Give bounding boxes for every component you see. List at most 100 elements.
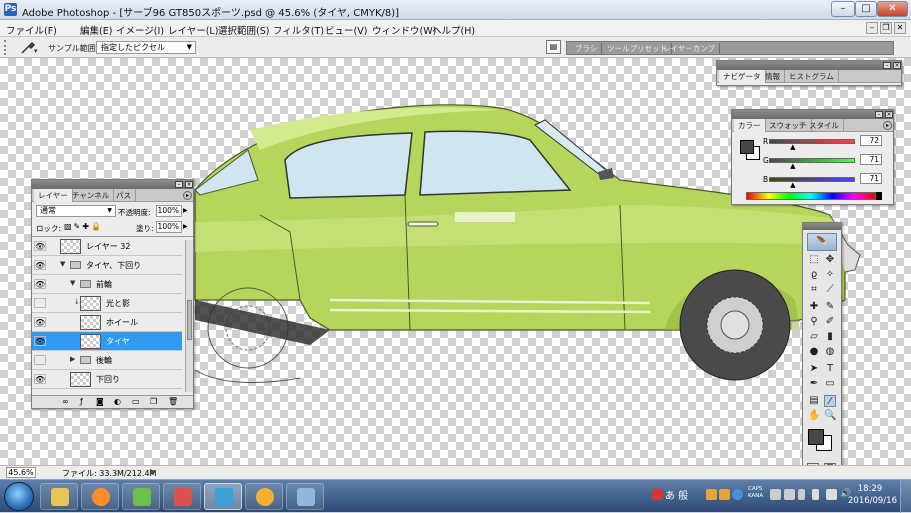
- shape-tool-icon[interactable]: ▭: [824, 378, 836, 390]
- expand-down-icon[interactable]: ▼: [60, 260, 65, 268]
- type-tool-icon[interactable]: T: [824, 363, 836, 375]
- eye-icon[interactable]: [34, 355, 46, 365]
- ime-indicator[interactable]: あ 般: [665, 487, 688, 502]
- green-value[interactable]: 71: [860, 154, 882, 165]
- network-icon[interactable]: [826, 489, 837, 500]
- menu-edit[interactable]: 編集(E): [80, 23, 112, 37]
- layer-row[interactable]: 👁 下回り: [32, 370, 182, 389]
- path-selection-tool-icon[interactable]: ➤: [808, 363, 820, 375]
- flag-icon[interactable]: [798, 489, 805, 500]
- foreground-color[interactable]: [740, 140, 754, 154]
- layer-row[interactable]: 👁 タイヤ: [32, 332, 182, 351]
- panel-menu-icon[interactable]: ▸: [183, 191, 192, 200]
- tray-icon-4[interactable]: [770, 489, 781, 500]
- menu-file[interactable]: ファイル(F): [6, 23, 57, 37]
- green-slider[interactable]: [769, 158, 855, 163]
- doc-restore-button[interactable]: ❐: [880, 22, 892, 34]
- red-slider-thumb[interactable]: ▲: [790, 144, 795, 151]
- taskbar-explorer[interactable]: [40, 483, 78, 510]
- taskbar-app-3[interactable]: [122, 483, 160, 510]
- fill-value[interactable]: 100%: [156, 221, 182, 233]
- taskbar-media-player[interactable]: [81, 483, 119, 510]
- lock-icons[interactable]: ▨✎✚🔒: [64, 222, 103, 231]
- menu-select[interactable]: 選択範囲(S): [218, 23, 269, 37]
- tab-info[interactable]: 情報: [761, 70, 785, 83]
- mask-icon[interactable]: ◙: [96, 397, 104, 406]
- taskbar-app-6[interactable]: [245, 483, 283, 510]
- pen-tool-icon[interactable]: ✒: [808, 378, 820, 390]
- adobe-online-icon[interactable]: 🪶: [807, 233, 837, 251]
- tray-icon-5[interactable]: [784, 489, 795, 500]
- zoom-level[interactable]: 45.6%: [6, 467, 36, 478]
- color-ramp[interactable]: [746, 192, 876, 200]
- eyedropper-icon[interactable]: ▾: [20, 41, 38, 58]
- healing-brush-tool-icon[interactable]: ✚: [808, 301, 820, 313]
- zoom-tool-icon[interactable]: 🔍: [824, 410, 836, 422]
- new-layer-icon[interactable]: ❐: [150, 397, 157, 406]
- eyedropper-tool-icon[interactable]: ⁄: [824, 395, 836, 407]
- eye-icon[interactable]: 👁: [34, 279, 46, 289]
- eye-icon[interactable]: 👁: [34, 260, 46, 270]
- move-tool-icon[interactable]: ✥: [824, 254, 836, 266]
- close-button[interactable]: ✕: [877, 1, 908, 17]
- eye-icon[interactable]: 👁: [34, 241, 46, 251]
- status-menu-arrow[interactable]: ▶: [150, 467, 156, 476]
- gradient-tool-icon[interactable]: ▮: [824, 331, 836, 343]
- layers-scrollbar[interactable]: [185, 240, 193, 392]
- taskbar-app-4[interactable]: [163, 483, 201, 510]
- dodge-tool-icon[interactable]: ◍: [824, 346, 836, 358]
- blur-tool-icon[interactable]: ●: [808, 346, 820, 358]
- sample-size-select[interactable]: 指定したピクセル ▼: [96, 41, 196, 54]
- layer-row[interactable]: 👁 レイヤー 32: [32, 237, 182, 256]
- tray-icon-2[interactable]: [706, 489, 717, 500]
- foreground-color-swatch[interactable]: [808, 429, 824, 445]
- tab-channels[interactable]: チャンネル: [68, 189, 115, 202]
- green-slider-thumb[interactable]: ▲: [790, 163, 795, 170]
- taskbar-app-7[interactable]: [286, 483, 324, 510]
- tray-icon-3[interactable]: [719, 489, 730, 500]
- fx-icon[interactable]: ƒ: [80, 397, 83, 406]
- clone-stamp-tool-icon[interactable]: ⚲: [808, 316, 820, 328]
- expand-down-icon[interactable]: ▼: [70, 279, 75, 287]
- hand-tool-icon[interactable]: ✋: [808, 410, 820, 422]
- tab-paths[interactable]: パス: [112, 189, 136, 202]
- well-tab-brushes[interactable]: ブラシ: [571, 43, 603, 54]
- blue-slider[interactable]: [769, 177, 855, 182]
- menu-view[interactable]: ビュー(V): [325, 23, 367, 37]
- trash-icon[interactable]: 🗑: [168, 397, 178, 406]
- layer-row[interactable]: 👁 ▼ タイヤ、下回り: [32, 256, 182, 275]
- eye-icon[interactable]: 👁: [34, 317, 46, 327]
- panel-menu-icon[interactable]: ▸: [883, 121, 892, 130]
- link-icon[interactable]: ∞: [62, 397, 69, 406]
- expand-right-icon[interactable]: ▶: [70, 355, 75, 363]
- menu-image[interactable]: イメージ(I): [116, 23, 164, 37]
- battery-icon[interactable]: [812, 489, 819, 500]
- palette-well-icon[interactable]: ▤: [546, 40, 561, 54]
- red-slider[interactable]: [769, 139, 855, 144]
- brush-tool-icon[interactable]: ✎: [824, 301, 836, 313]
- eye-icon[interactable]: 👁: [34, 336, 46, 346]
- start-button[interactable]: [4, 482, 34, 511]
- color-ramp-black[interactable]: [876, 192, 882, 200]
- opacity-arrow-icon[interactable]: ▶: [183, 207, 188, 214]
- help-icon[interactable]: [732, 489, 743, 500]
- well-tab-layer-comps[interactable]: レイヤーカンプ: [659, 43, 721, 54]
- show-desktop-button[interactable]: [900, 480, 911, 513]
- tab-layers[interactable]: レイヤー: [34, 189, 73, 202]
- layer-row[interactable]: ▶ 後輪: [32, 351, 182, 370]
- close-icon[interactable]: ×: [893, 62, 901, 69]
- magic-wand-tool-icon[interactable]: ✧: [824, 269, 836, 281]
- new-group-icon[interactable]: ▭: [132, 397, 140, 406]
- minimize-icon[interactable]: –: [883, 62, 891, 69]
- layers-scroll-thumb[interactable]: [187, 300, 192, 340]
- slice-tool-icon[interactable]: ⟋: [824, 284, 836, 296]
- lasso-tool-icon[interactable]: ϱ: [808, 269, 820, 281]
- close-icon[interactable]: ×: [885, 111, 893, 118]
- layer-row[interactable]: 👁 ホイール: [32, 313, 182, 332]
- blend-mode-select[interactable]: 通常 ▼: [36, 205, 116, 217]
- close-icon[interactable]: ×: [185, 181, 193, 188]
- opacity-value[interactable]: 100%: [156, 205, 182, 217]
- doc-minimize-button[interactable]: –: [866, 22, 878, 34]
- tab-histogram[interactable]: ヒストグラム: [785, 70, 839, 83]
- doc-close-button[interactable]: ✕: [894, 22, 906, 34]
